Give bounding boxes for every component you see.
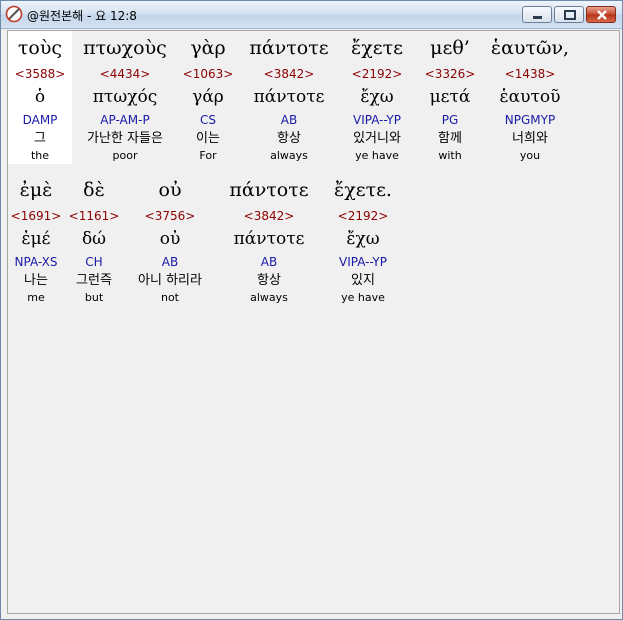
minimize-button[interactable] bbox=[522, 6, 552, 23]
english-gloss: the bbox=[30, 149, 50, 162]
lemma: πάντοτε bbox=[233, 229, 305, 249]
word-column[interactable]: ἔχετε <2192> ἔχω VIPA--YP 있거니와 ye have bbox=[342, 31, 412, 164]
lemma: πτωχός bbox=[92, 87, 158, 107]
english-gloss: me bbox=[27, 291, 45, 304]
word-column[interactable]: ἔχετε. <2192> ἔχω VIPA--YP 있지 ye have bbox=[326, 173, 400, 306]
morphology-code[interactable]: VIPA--YP bbox=[326, 252, 400, 272]
close-button[interactable] bbox=[586, 6, 616, 23]
morphology-code[interactable]: AB bbox=[220, 252, 318, 272]
english-gloss: poor bbox=[112, 149, 138, 162]
lemma: δώ bbox=[81, 229, 107, 249]
title-bar[interactable]: @원전본해 - 요 12:8 bbox=[1, 1, 622, 29]
greek-word[interactable]: μεθ’ bbox=[420, 31, 480, 65]
word-column[interactable]: ἐμὲ <1691> ἐμέ NPA-XS 나는 me bbox=[8, 173, 64, 306]
english-gloss: always bbox=[250, 291, 288, 304]
morphology-code[interactable]: AB bbox=[126, 252, 214, 272]
strongs-number[interactable]: <3326> bbox=[420, 65, 480, 84]
korean-gloss: 이는 bbox=[196, 131, 220, 146]
greek-word[interactable]: ἑαυτῶν, bbox=[484, 31, 576, 65]
greek-word[interactable]: πάντοτε bbox=[220, 173, 318, 207]
morphology-code[interactable]: DAMP bbox=[8, 110, 72, 130]
greek-word[interactable]: πτωχοὺς bbox=[75, 31, 175, 65]
english-gloss: you bbox=[519, 149, 541, 162]
english-gloss: For bbox=[199, 149, 217, 162]
greek-word[interactable]: δὲ bbox=[66, 173, 122, 207]
greek-word[interactable]: πάντοτε bbox=[242, 31, 336, 65]
korean-gloss: 있지 bbox=[351, 273, 375, 288]
word-column[interactable]: πτωχοὺς <4434> πτωχός AP-AM-P 가난한 자들은 po… bbox=[75, 31, 175, 164]
word-column[interactable]: ἑαυτῶν, <1438> ἑαυτοῦ NPGMYP 너희와 you bbox=[484, 31, 576, 164]
greek-word[interactable]: οὐ bbox=[126, 173, 214, 207]
morphology-code[interactable]: CS bbox=[178, 110, 238, 130]
korean-gloss: 항상 bbox=[257, 273, 281, 288]
korean-gloss: 아니 하리라 bbox=[138, 273, 202, 288]
korean-gloss: 있거니와 bbox=[353, 131, 401, 146]
greek-word[interactable]: γὰρ bbox=[178, 31, 238, 65]
app-window: @원전본해 - 요 12:8 τοὺς <3588> ὁ DAMP 그 the … bbox=[0, 0, 623, 620]
korean-gloss: 항상 bbox=[277, 131, 301, 146]
korean-gloss: 가난한 자들은 bbox=[87, 131, 163, 146]
greek-word[interactable]: τοὺς bbox=[8, 31, 72, 65]
morphology-code[interactable]: NPGMYP bbox=[484, 110, 576, 130]
morphology-code[interactable]: NPA-XS bbox=[8, 252, 64, 272]
morphology-code[interactable]: CH bbox=[66, 252, 122, 272]
strongs-number[interactable]: <1691> bbox=[8, 207, 64, 226]
korean-gloss: 그 bbox=[34, 131, 46, 146]
strongs-number[interactable]: <2192> bbox=[326, 207, 400, 226]
english-gloss: but bbox=[84, 291, 104, 304]
lemma: ἐμέ bbox=[21, 229, 51, 249]
morphology-code[interactable]: PG bbox=[420, 110, 480, 130]
word-column[interactable]: πάντοτε <3842> πάντοτε AB 항상 always bbox=[220, 173, 318, 306]
interlinear-view[interactable]: τοὺς <3588> ὁ DAMP 그 the πτωχοὺς <4434> … bbox=[7, 30, 620, 614]
lemma: οὐ bbox=[159, 229, 181, 249]
greek-word[interactable]: ἐμὲ bbox=[8, 173, 64, 207]
korean-gloss: 너희와 bbox=[512, 131, 548, 146]
close-icon bbox=[597, 10, 607, 20]
lemma: ὁ bbox=[34, 87, 46, 107]
english-gloss: always bbox=[270, 149, 308, 162]
morphology-code[interactable]: AP-AM-P bbox=[75, 110, 175, 130]
english-gloss: not bbox=[160, 291, 179, 304]
english-gloss: ye have bbox=[341, 291, 385, 304]
word-column[interactable]: γὰρ <1063> γάρ CS 이는 For bbox=[178, 31, 238, 164]
strongs-number[interactable]: <1438> bbox=[484, 65, 576, 84]
english-gloss: ye have bbox=[355, 149, 399, 162]
word-column[interactable]: οὐ <3756> οὐ AB 아니 하리라 not bbox=[126, 173, 214, 306]
strongs-number[interactable]: <3842> bbox=[220, 207, 318, 226]
strongs-number[interactable]: <4434> bbox=[75, 65, 175, 84]
lemma: ἔχω bbox=[360, 87, 394, 107]
word-column[interactable]: μεθ’ <3326> μετά PG 함께 with bbox=[420, 31, 480, 164]
word-column[interactable]: τοὺς <3588> ὁ DAMP 그 the bbox=[8, 31, 72, 164]
lemma: μετά bbox=[429, 87, 471, 107]
english-gloss: with bbox=[438, 149, 462, 162]
strongs-number[interactable]: <1161> bbox=[66, 207, 122, 226]
maximize-icon bbox=[564, 10, 576, 20]
korean-gloss: 함께 bbox=[438, 131, 462, 146]
strongs-number[interactable]: <2192> bbox=[342, 65, 412, 84]
lemma: γάρ bbox=[192, 87, 224, 107]
strongs-number[interactable]: <1063> bbox=[178, 65, 238, 84]
korean-gloss: 그런즉 bbox=[76, 273, 112, 288]
morphology-code[interactable]: VIPA--YP bbox=[342, 110, 412, 130]
minimize-icon bbox=[533, 16, 542, 19]
lemma: πάντοτε bbox=[253, 87, 325, 107]
greek-word[interactable]: ἔχετε. bbox=[326, 173, 400, 207]
strongs-number[interactable]: <3588> bbox=[8, 65, 72, 84]
lemma: ἑαυτοῦ bbox=[499, 87, 561, 107]
word-column[interactable]: δὲ <1161> δώ CH 그런즉 but bbox=[66, 173, 122, 306]
lemma: ἔχω bbox=[346, 229, 380, 249]
pencil-circle-icon[interactable] bbox=[5, 5, 23, 23]
greek-word[interactable]: ἔχετε bbox=[342, 31, 412, 65]
strongs-number[interactable]: <3756> bbox=[126, 207, 214, 226]
korean-gloss: 나는 bbox=[24, 273, 48, 288]
strongs-number[interactable]: <3842> bbox=[242, 65, 336, 84]
word-column[interactable]: πάντοτε <3842> πάντοτε AB 항상 always bbox=[242, 31, 336, 164]
morphology-code[interactable]: AB bbox=[242, 110, 336, 130]
maximize-button[interactable] bbox=[554, 6, 584, 23]
window-title: @원전본해 - 요 12:8 bbox=[27, 9, 137, 23]
